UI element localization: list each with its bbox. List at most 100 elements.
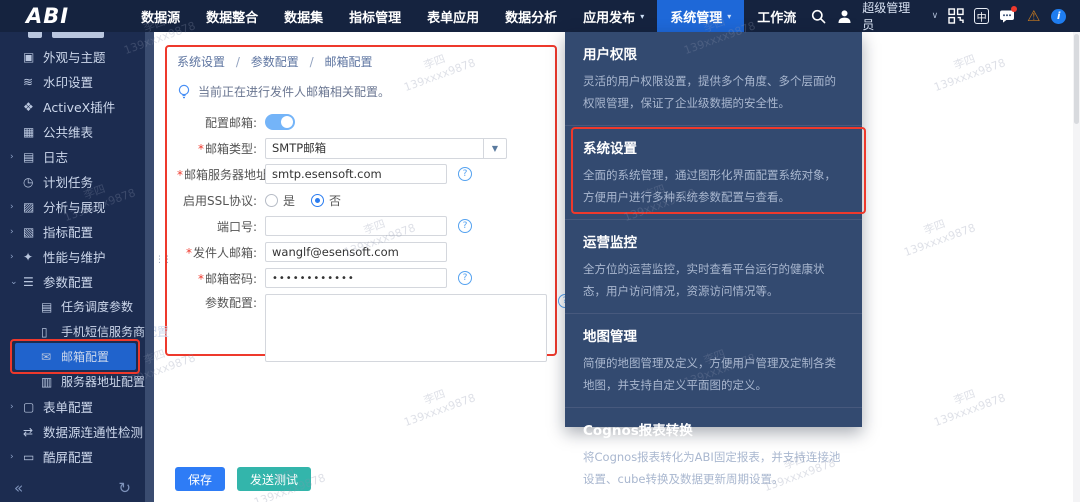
password-label: 邮箱密码: [198, 272, 253, 286]
user-avatar-icon[interactable]: [836, 7, 854, 25]
sidebar-scrollbar[interactable]: [145, 32, 154, 502]
sidebar-item-parameter-config[interactable]: ⌄ ☰ 参数配置: [0, 269, 145, 294]
nav-item-label: 应用发布: [583, 7, 635, 26]
expand-arrow-icon[interactable]: ›: [10, 402, 23, 412]
sender-input[interactable]: [265, 242, 447, 262]
panel-section-system-settings[interactable]: 系统设置 全面的系统管理，通过图形化界面配置系统对象，方便用户进行多种系统参数配…: [565, 125, 862, 219]
qr-code-icon[interactable]: [947, 7, 965, 25]
expand-arrow-icon[interactable]: ›: [10, 452, 23, 462]
resize-grip-icon[interactable]: ⋮⋮: [155, 258, 171, 263]
form-icon: ▢: [23, 400, 43, 414]
send-test-button[interactable]: 发送测试: [237, 467, 311, 491]
panel-section-title: 系统设置: [583, 137, 844, 157]
sidebar-item-label: ActiveX插件: [43, 97, 115, 116]
panel-section-operations-monitoring[interactable]: 运营监控 全方位的运营监控，实时查看平台运行的健康状态，用户访问情况，资源访问情…: [565, 219, 862, 313]
refresh-icon[interactable]: ↻: [118, 479, 131, 497]
sidebar-footer: « ↻: [0, 474, 145, 502]
expand-arrow-icon[interactable]: ⌄: [10, 277, 23, 287]
sidebar-item-label: 表单配置: [43, 397, 93, 416]
ssl-radio-yes[interactable]: 是: [265, 192, 295, 209]
nav-item-data-integration[interactable]: 数据整合 ▾: [193, 0, 271, 32]
sidebar-item-logs[interactable]: › ▤ 日志: [0, 144, 145, 169]
help-icon[interactable]: ?: [458, 167, 472, 181]
nav-item-data-source[interactable]: 数据源 ▾: [128, 0, 193, 32]
sidebar-item-activex-plugin[interactable]: ❖ ActiveX插件: [0, 94, 145, 119]
nav-item-data-analysis[interactable]: 数据分析 ▾: [492, 0, 570, 32]
params-icon: ☰: [23, 275, 43, 289]
table-icon: ▦: [23, 125, 43, 139]
chevron-down-icon[interactable]: ▼: [483, 139, 506, 158]
current-user-label[interactable]: 超级管理员: [862, 0, 920, 33]
nav-item-metric-mgmt[interactable]: 指标管理 ▾: [336, 0, 414, 32]
sidebar-item-performance-maintenance[interactable]: › ✦ 性能与维护: [0, 244, 145, 269]
breadcrumb-system-settings[interactable]: 系统设置: [177, 55, 225, 69]
sidebar-item-form-config[interactable]: › ▢ 表单配置: [0, 394, 145, 419]
sidebar-item-label: 分析与展现: [43, 197, 106, 216]
sidebar-item-appearance-theme[interactable]: ▣ 外观与主题: [0, 44, 145, 69]
tip-row: 当前正在进行发件人邮箱相关配置。: [177, 83, 555, 100]
panel-section-description: 简便的地图管理及定义，方便用户管理及定制各类地图，并支持自定义平面图的定义。: [583, 352, 844, 396]
panel-section-description: 全方位的运营监控，实时查看平台运行的健康状态，用户访问情况，资源访问情况等。: [583, 258, 844, 302]
nav-item-app-publish[interactable]: 应用发布 ▾: [570, 0, 657, 32]
collapse-sidebar-icon[interactable]: «: [14, 479, 23, 497]
tip-text: 当前正在进行发件人邮箱相关配置。: [198, 83, 390, 100]
messages-icon[interactable]: [998, 7, 1016, 25]
nav-item-system-mgmt[interactable]: 系统管理 ▾: [657, 0, 744, 32]
chevron-down-icon: ▾: [640, 12, 644, 21]
panel-section-user-permissions[interactable]: 用户权限 灵活的用户权限设置，提供多个角度、多个层面的权限管理，保证了企业级数据…: [565, 32, 862, 125]
sidebar-item-label: 性能与维护: [43, 247, 106, 266]
breadcrumb-mail-config[interactable]: 邮箱配置: [324, 55, 372, 69]
app-root: ABI 数据源 ▾ 数据整合 ▾ 数据集 ▾ 指标管理: [0, 0, 1080, 502]
language-switch-icon[interactable]: 中: [974, 8, 990, 24]
expand-arrow-icon[interactable]: ›: [10, 152, 23, 162]
sidebar-item-mail-config[interactable]: ✉ 邮箱配置: [0, 344, 145, 369]
form-row-sender: 发件人邮箱:: [177, 242, 555, 262]
sidebar-item-watermark-settings[interactable]: ≋ 水印设置: [0, 69, 145, 94]
warning-icon[interactable]: ⚠: [1025, 7, 1043, 25]
ssl-radio-no[interactable]: 否: [311, 192, 341, 209]
chevron-down-icon[interactable]: ∨: [932, 11, 939, 21]
params-textarea[interactable]: [265, 294, 547, 362]
panel-section-map-management[interactable]: 地图管理 简便的地图管理及定义，方便用户管理及定制各类地图，并支持自定义平面图的…: [565, 313, 862, 407]
panel-section-title: 用户权限: [583, 43, 844, 63]
port-input[interactable]: [265, 216, 447, 236]
mail-type-select[interactable]: SMTP邮箱 ▼: [265, 138, 507, 159]
nav-item-form-app[interactable]: 表单应用 ▾: [414, 0, 492, 32]
nav-item-workflow[interactable]: 工作流 ▾: [744, 0, 809, 32]
password-input[interactable]: [265, 268, 447, 288]
page-scrollbar[interactable]: [1073, 32, 1080, 502]
save-button[interactable]: 保存: [175, 467, 225, 491]
connectivity-icon: ⇄: [23, 425, 43, 439]
help-icon[interactable]: ?: [458, 219, 472, 233]
server-address-input[interactable]: [265, 164, 447, 184]
breadcrumb-parameter-config[interactable]: 参数配置: [251, 55, 299, 69]
form-row-params: 参数配置: ?: [177, 294, 555, 362]
sidebar-item-scheduled-tasks[interactable]: ◷ 计划任务: [0, 169, 145, 194]
panel-section-cognos-conversion[interactable]: Cognos报表转换 将Cognos报表转化为ABI固定报表，并支持连接池设置、…: [565, 407, 862, 501]
sender-label: 发件人邮箱: [186, 246, 253, 260]
server-icon: ▥: [41, 375, 61, 389]
chart-icon: ▨: [23, 200, 43, 214]
sidebar-item-server-address-config[interactable]: ▥ 服务器地址配置: [0, 369, 145, 394]
form-row-server-address: 邮箱服务器地址: ?: [177, 164, 555, 184]
sidebar-item-task-schedule-params[interactable]: ▤ 任务调度参数: [0, 294, 145, 319]
plugin-icon: ❖: [23, 100, 43, 114]
expand-arrow-icon[interactable]: ›: [10, 202, 23, 212]
radio-circle-icon: [265, 194, 278, 207]
expand-arrow-icon[interactable]: ›: [10, 252, 23, 262]
nav-item-dataset[interactable]: 数据集 ▾: [271, 0, 336, 32]
sidebar-item-metric-config[interactable]: › ▧ 指标配置: [0, 219, 145, 244]
form-row-port: 端口号: ?: [177, 216, 555, 236]
expand-arrow-icon[interactable]: ›: [10, 227, 23, 237]
enable-mail-toggle[interactable]: [265, 114, 295, 130]
sidebar-item-datasource-connectivity[interactable]: ⇄ 数据源连通性检测: [0, 419, 145, 444]
top-navigation-bar: ABI 数据源 ▾ 数据整合 ▾ 数据集 ▾ 指标管理: [0, 0, 1080, 32]
sidebar-item-analysis-display[interactable]: › ▨ 分析与展现: [0, 194, 145, 219]
search-icon[interactable]: [809, 7, 827, 25]
info-icon[interactable]: i: [1051, 9, 1066, 24]
nav-item-label: 数据分析: [505, 7, 557, 26]
help-icon[interactable]: ?: [458, 271, 472, 285]
sidebar-item-coolscreen-config[interactable]: › ▭ 酷屏配置: [0, 444, 145, 469]
sidebar-item-public-dim-table[interactable]: ▦ 公共维表: [0, 119, 145, 144]
port-label: 端口号: [217, 220, 253, 234]
